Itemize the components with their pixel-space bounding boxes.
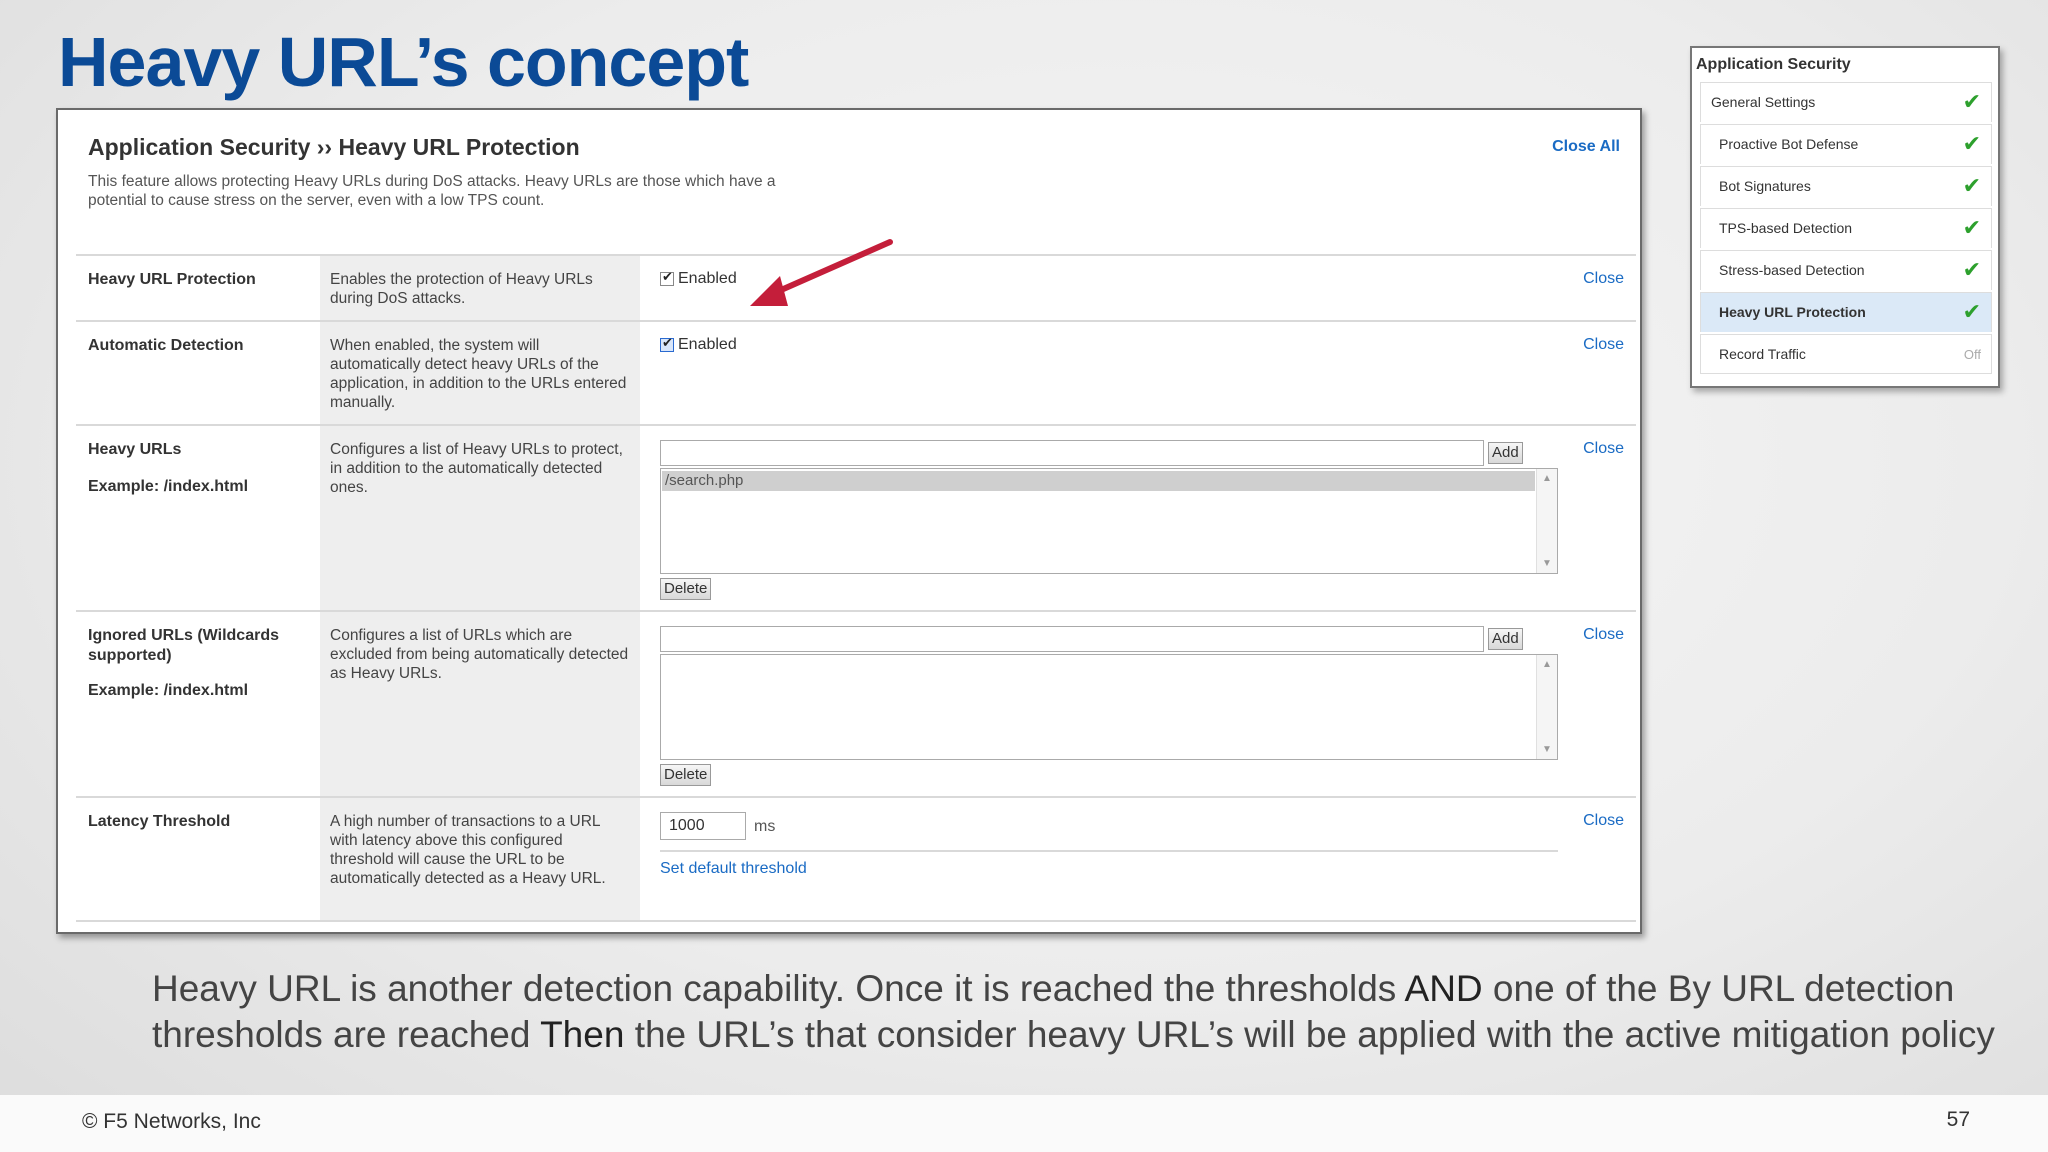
heavy-url-input[interactable] bbox=[660, 440, 1484, 466]
caption-text: Heavy URL is another detection capabilit… bbox=[152, 968, 1405, 1009]
set-default-threshold-link[interactable]: Set default threshold bbox=[660, 860, 807, 878]
settings-table: Heavy URL Protection Enables the protect… bbox=[76, 254, 1636, 922]
slide-footer bbox=[0, 1095, 2048, 1152]
sidebar-item-tps-based-detection[interactable]: TPS-based Detection ✔ bbox=[1700, 208, 1992, 248]
row-description: A high number of transactions to a URL w… bbox=[330, 813, 606, 887]
row-latency-threshold: Latency Threshold A high number of trans… bbox=[76, 796, 1636, 922]
heavy-urls-listbox[interactable]: /search.php ▲ ▼ bbox=[660, 468, 1558, 574]
row-example: Example: /index.html bbox=[88, 682, 249, 699]
sidebar-item-label: Proactive Bot Defense bbox=[1719, 136, 1859, 152]
caption-text: the URL’s that consider heavy URL’s will… bbox=[624, 1014, 1995, 1055]
sidebar-item-label: Bot Signatures bbox=[1719, 178, 1811, 194]
row-automatic-detection: Automatic Detection When enabled, the sy… bbox=[76, 320, 1636, 424]
add-heavy-url-button[interactable]: Add bbox=[1488, 442, 1523, 464]
ignored-urls-listbox[interactable]: ▲ ▼ bbox=[660, 654, 1558, 760]
close-link[interactable]: Close bbox=[1583, 812, 1624, 830]
heavy-url-protection-panel: Application Security ›› Heavy URL Protec… bbox=[56, 108, 1642, 934]
row-description: Enables the protection of Heavy URLs dur… bbox=[330, 271, 593, 307]
sidebar-item-record-traffic[interactable]: Record Traffic Off bbox=[1700, 334, 1992, 374]
row-description: Configures a list of Heavy URLs to prote… bbox=[330, 441, 623, 496]
listbox-scrollbar[interactable]: ▲ ▼ bbox=[1536, 655, 1557, 759]
caption-emphasis: Then bbox=[540, 1014, 625, 1055]
close-link[interactable]: Close bbox=[1583, 336, 1624, 354]
list-item[interactable]: /search.php bbox=[662, 471, 1535, 491]
row-example: Example: /index.html bbox=[88, 478, 249, 495]
scroll-up-icon[interactable]: ▲ bbox=[1542, 473, 1552, 484]
row-description: Configures a list of URLs which are excl… bbox=[330, 627, 629, 682]
sidebar-item-label: TPS-based Detection bbox=[1719, 220, 1853, 236]
checkbox-checked-icon[interactable] bbox=[660, 335, 674, 352]
checkbox-label: Enabled bbox=[678, 270, 737, 287]
row-label: Ignored URLs (Wildcards supported) bbox=[88, 627, 279, 664]
row-ignored-urls: Ignored URLs (Wildcards supported) Examp… bbox=[76, 610, 1636, 796]
copyright: © F5 Networks, Inc bbox=[82, 1110, 261, 1133]
row-heavy-urls: Heavy URLs Example: /index.html Configur… bbox=[76, 424, 1636, 610]
row-description: When enabled, the system will automatica… bbox=[330, 337, 627, 411]
scroll-down-icon[interactable]: ▼ bbox=[1542, 744, 1552, 755]
sidebar-title: Application Security bbox=[1696, 56, 1851, 73]
sidebar-list: General Settings ✔ Proactive Bot Defense… bbox=[1700, 82, 1992, 376]
sidebar-item-proactive-bot-defense[interactable]: Proactive Bot Defense ✔ bbox=[1700, 124, 1992, 164]
status-off-label: Off bbox=[1963, 347, 1981, 362]
caption-emphasis: AND bbox=[1404, 968, 1483, 1009]
panel-title: Application Security ›› Heavy URL Protec… bbox=[88, 134, 580, 160]
application-security-sidebar: Application Security General Settings ✔ … bbox=[1690, 46, 2000, 388]
delete-heavy-url-button[interactable]: Delete bbox=[660, 578, 712, 600]
row-label: Latency Threshold bbox=[88, 813, 231, 830]
sidebar-item-heavy-url-protection[interactable]: Heavy URL Protection ✔ bbox=[1700, 292, 1992, 332]
checkmark-icon: ✔ bbox=[1962, 299, 1981, 324]
sidebar-item-label: General Settings bbox=[1711, 94, 1816, 110]
checkmark-icon: ✔ bbox=[1962, 215, 1981, 240]
listbox-scrollbar[interactable]: ▲ ▼ bbox=[1536, 469, 1557, 573]
row-label: Automatic Detection bbox=[88, 337, 244, 354]
latency-threshold-input[interactable]: 1000 bbox=[660, 812, 746, 840]
ignored-url-input[interactable] bbox=[660, 626, 1484, 652]
protection-enabled-checkbox[interactable]: Enabled bbox=[660, 269, 737, 288]
unit-label: ms bbox=[754, 818, 776, 835]
checkmark-icon: ✔ bbox=[1962, 89, 1981, 114]
sidebar-item-label: Record Traffic bbox=[1719, 346, 1806, 362]
checkbox-checked-icon[interactable] bbox=[660, 269, 674, 286]
page-number: 57 bbox=[1946, 1108, 1970, 1131]
close-link[interactable]: Close bbox=[1583, 270, 1624, 288]
panel-description: This feature allows protecting Heavy URL… bbox=[88, 173, 776, 209]
sidebar-item-stress-based-detection[interactable]: Stress-based Detection ✔ bbox=[1700, 250, 1992, 290]
checkmark-icon: ✔ bbox=[1962, 131, 1981, 156]
checkmark-icon: ✔ bbox=[1962, 257, 1981, 282]
scroll-down-icon[interactable]: ▼ bbox=[1542, 558, 1552, 569]
close-link[interactable]: Close bbox=[1583, 440, 1624, 458]
checkmark-icon: ✔ bbox=[1962, 173, 1981, 198]
row-label: Heavy URLs bbox=[88, 441, 182, 458]
red-pointer-arrow-icon bbox=[750, 239, 893, 306]
row-label: Heavy URL Protection bbox=[88, 271, 256, 288]
checkbox-label: Enabled bbox=[678, 336, 737, 353]
slide-caption: Heavy URL is another detection capabilit… bbox=[152, 966, 2032, 1058]
sidebar-item-general-settings[interactable]: General Settings ✔ bbox=[1700, 82, 1992, 122]
close-link[interactable]: Close bbox=[1583, 626, 1624, 644]
slide-title: Heavy URL’s concept bbox=[58, 23, 749, 101]
scroll-up-icon[interactable]: ▲ bbox=[1542, 659, 1552, 670]
close-all-link[interactable]: Close All bbox=[1552, 138, 1620, 156]
auto-detection-enabled-checkbox[interactable]: Enabled bbox=[660, 335, 737, 354]
sidebar-item-bot-signatures[interactable]: Bot Signatures ✔ bbox=[1700, 166, 1992, 206]
sidebar-item-label: Stress-based Detection bbox=[1719, 262, 1865, 278]
add-ignored-url-button[interactable]: Add bbox=[1488, 628, 1523, 650]
divider bbox=[660, 850, 1558, 852]
sidebar-item-label: Heavy URL Protection bbox=[1719, 304, 1866, 320]
delete-ignored-url-button[interactable]: Delete bbox=[660, 764, 712, 786]
